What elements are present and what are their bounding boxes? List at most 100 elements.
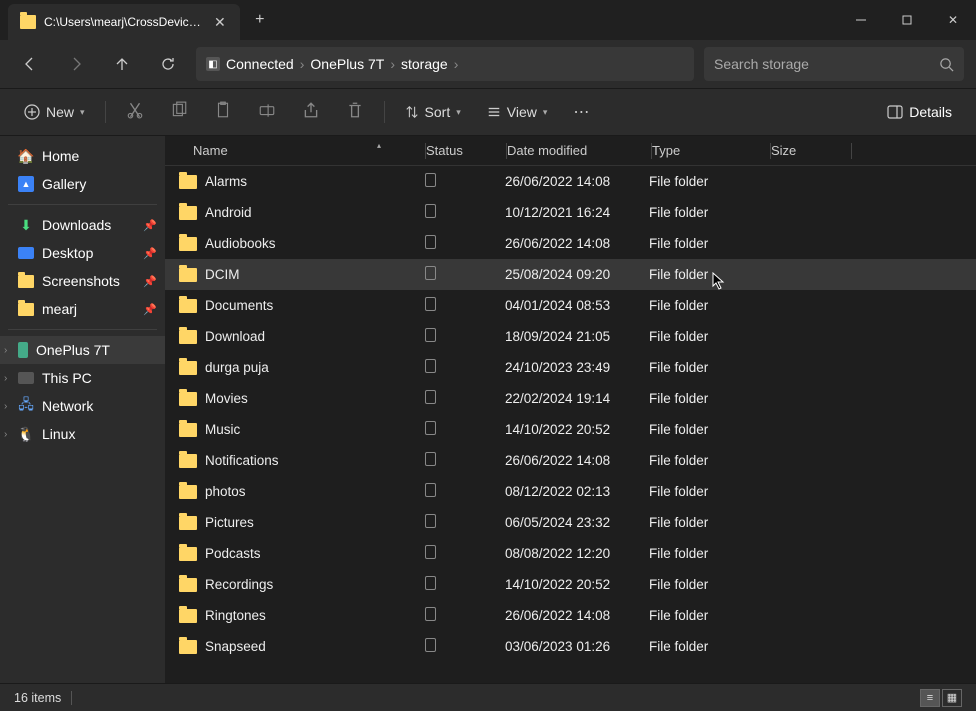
linux-icon: 🐧: [18, 426, 34, 442]
back-button[interactable]: [12, 46, 48, 82]
sidebar-item-linux[interactable]: › 🐧Linux: [0, 420, 165, 448]
table-row[interactable]: Audiobooks26/06/2022 14:08File folder: [165, 228, 976, 259]
crumb-storage[interactable]: storage: [401, 56, 448, 72]
folder-icon: [179, 640, 197, 654]
file-date: 08/12/2022 02:13: [505, 484, 649, 499]
file-type: File folder: [649, 639, 767, 654]
crumb-device[interactable]: OnePlus 7T: [310, 56, 384, 72]
sidebar-item-home[interactable]: 🏠Home: [0, 142, 165, 170]
desktop-icon: [18, 247, 34, 259]
table-row[interactable]: Android10/12/2021 16:24File folder: [165, 197, 976, 228]
pin-icon: 📌: [143, 275, 157, 288]
new-tab-button[interactable]: +: [240, 0, 280, 40]
maximize-button[interactable]: [884, 0, 930, 40]
address-bar[interactable]: ◧ Connected › OnePlus 7T › storage ›: [196, 47, 694, 81]
file-date: 04/01/2024 08:53: [505, 298, 649, 313]
search-input[interactable]: Search storage: [704, 47, 964, 81]
column-size[interactable]: Size: [771, 143, 851, 158]
details-view-toggle[interactable]: ≡: [920, 689, 940, 707]
share-button[interactable]: [292, 95, 330, 130]
expand-icon[interactable]: ›: [4, 345, 7, 356]
file-date: 08/08/2022 12:20: [505, 546, 649, 561]
expand-icon[interactable]: ›: [4, 429, 7, 440]
new-button[interactable]: New ▾: [14, 98, 95, 126]
file-date: 10/12/2021 16:24: [505, 205, 649, 220]
table-row[interactable]: Pictures06/05/2024 23:32File folder: [165, 507, 976, 538]
column-type[interactable]: Type: [652, 143, 770, 158]
sort-button[interactable]: Sort ▾: [395, 98, 471, 126]
file-name: Recordings: [205, 577, 273, 592]
table-row[interactable]: Alarms26/06/2022 14:08File folder: [165, 166, 976, 197]
delete-button[interactable]: [336, 95, 374, 130]
folder-icon: [179, 237, 197, 251]
up-button[interactable]: [104, 46, 140, 82]
file-name: photos: [205, 484, 246, 499]
sidebar-item-oneplus[interactable]: › OnePlus 7T: [0, 336, 165, 364]
table-row[interactable]: Podcasts08/08/2022 12:20File folder: [165, 538, 976, 569]
pin-icon: 📌: [143, 303, 157, 316]
rename-button[interactable]: [248, 95, 286, 130]
table-row[interactable]: Notifications26/06/2022 14:08File folder: [165, 445, 976, 476]
file-date: 24/10/2023 23:49: [505, 360, 649, 375]
expand-icon[interactable]: ›: [4, 401, 7, 412]
refresh-button[interactable]: [150, 46, 186, 82]
table-row[interactable]: Recordings14/10/2022 20:52File folder: [165, 569, 976, 600]
titlebar: C:\Users\mearj\CrossDevice\O ✕ + ✕: [0, 0, 976, 40]
sidebar-item-desktop[interactable]: Desktop📌: [0, 239, 165, 267]
column-name[interactable]: Name▴: [165, 143, 425, 158]
file-name: Podcasts: [205, 546, 261, 561]
sidebar-item-gallery[interactable]: ▲Gallery: [0, 170, 165, 198]
more-button[interactable]: ⋯: [563, 96, 599, 128]
status-icon: [425, 235, 436, 249]
sidebar-item-downloads[interactable]: ⬇Downloads📌: [0, 211, 165, 239]
details-button[interactable]: Details: [877, 98, 962, 126]
table-row[interactable]: Snapseed03/06/2023 01:26File folder: [165, 631, 976, 662]
table-row[interactable]: DCIM25/08/2024 09:20File folder: [165, 259, 976, 290]
status-icon: [425, 328, 436, 342]
table-row[interactable]: Music14/10/2022 20:52File folder: [165, 414, 976, 445]
status-icon: [425, 452, 436, 466]
pc-icon: [18, 372, 34, 384]
column-date[interactable]: Date modified: [507, 143, 651, 158]
table-row[interactable]: Download18/09/2024 21:05File folder: [165, 321, 976, 352]
sidebar-item-mearj[interactable]: mearj📌: [0, 295, 165, 323]
forward-button[interactable]: [58, 46, 94, 82]
file-name: Android: [205, 205, 252, 220]
folder-icon: [179, 485, 197, 499]
close-tab-icon[interactable]: ✕: [212, 12, 228, 33]
home-icon: 🏠: [18, 148, 34, 164]
folder-icon: [179, 516, 197, 530]
chevron-down-icon: ▾: [456, 107, 461, 118]
file-name: Movies: [205, 391, 248, 406]
view-button[interactable]: View ▾: [477, 98, 558, 126]
paste-button[interactable]: [204, 95, 242, 130]
table-row[interactable]: photos08/12/2022 02:13File folder: [165, 476, 976, 507]
expand-icon[interactable]: ›: [4, 373, 7, 384]
sidebar-item-network[interactable]: › 🖧Network: [0, 392, 165, 420]
folder-icon: [179, 454, 197, 468]
file-name: Audiobooks: [205, 236, 276, 251]
chevron-down-icon: ▾: [80, 107, 85, 118]
column-status[interactable]: Status: [426, 143, 506, 158]
copy-button[interactable]: [160, 95, 198, 130]
cut-button[interactable]: [116, 95, 154, 130]
crumb-connected[interactable]: Connected: [226, 56, 294, 72]
sidebar-item-screenshots[interactable]: Screenshots📌: [0, 267, 165, 295]
sidebar-item-thispc[interactable]: › This PC: [0, 364, 165, 392]
table-row[interactable]: durga puja24/10/2023 23:49File folder: [165, 352, 976, 383]
file-type: File folder: [649, 298, 767, 313]
minimize-button[interactable]: [838, 0, 884, 40]
table-row[interactable]: Documents04/01/2024 08:53File folder: [165, 290, 976, 321]
file-type: File folder: [649, 329, 767, 344]
table-row[interactable]: Movies22/02/2024 19:14File folder: [165, 383, 976, 414]
sort-indicator-icon: ▴: [377, 141, 381, 150]
file-type: File folder: [649, 391, 767, 406]
network-icon: 🖧: [18, 398, 34, 414]
file-date: 26/06/2022 14:08: [505, 236, 649, 251]
file-date: 14/10/2022 20:52: [505, 422, 649, 437]
large-icons-view-toggle[interactable]: ▦: [942, 689, 962, 707]
close-window-button[interactable]: ✕: [930, 0, 976, 40]
tab[interactable]: C:\Users\mearj\CrossDevice\O ✕: [8, 4, 240, 40]
file-date: 18/09/2024 21:05: [505, 329, 649, 344]
table-row[interactable]: Ringtones26/06/2022 14:08File folder: [165, 600, 976, 631]
